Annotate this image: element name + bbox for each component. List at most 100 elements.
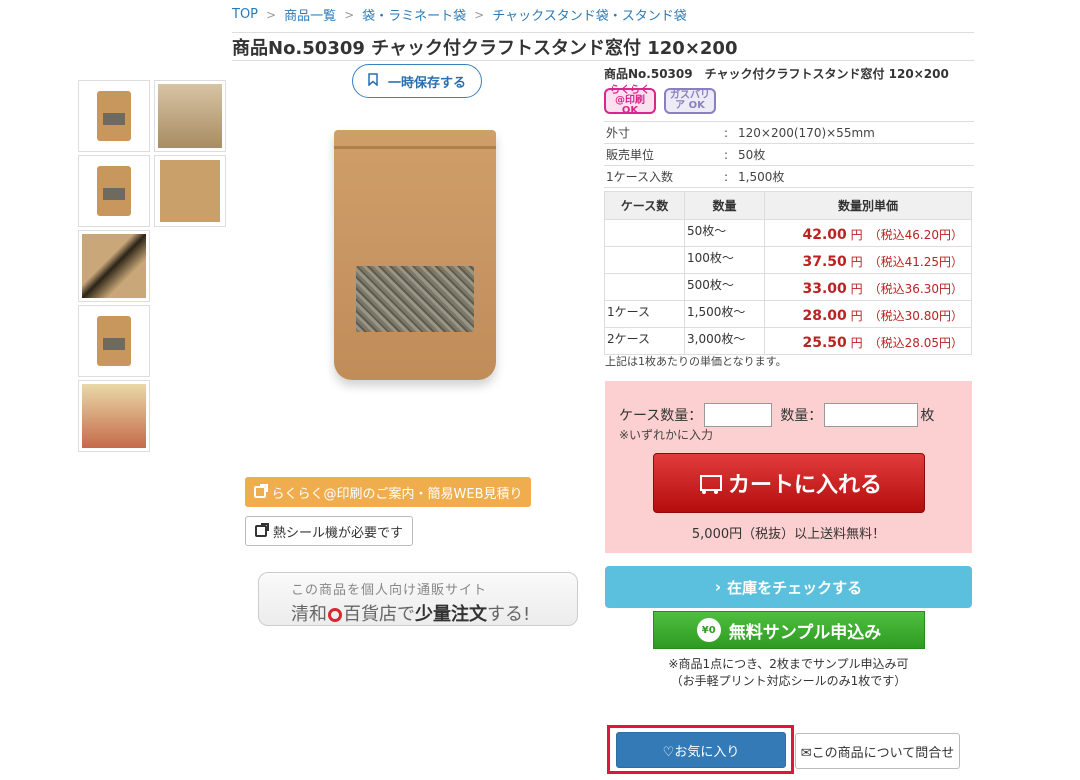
price-case: 1ケース — [604, 300, 685, 328]
order-fields: ケース数量： 数量： 枚 — [619, 403, 934, 427]
thumbnail-6[interactable] — [78, 305, 150, 377]
price-case — [604, 273, 685, 301]
price-table: ケース数 数量 数量別単価 50枚～ 42.00 円 （税込46.20円） 100… — [604, 191, 972, 355]
save-button[interactable]: 一時保存する — [352, 64, 482, 98]
case-qty-input[interactable] — [704, 403, 773, 427]
external-link-icon — [254, 523, 269, 537]
thumbnail-1[interactable] — [78, 80, 150, 152]
price-value: 37.50 — [802, 253, 847, 270]
qty-input[interactable] — [824, 403, 919, 427]
chevron-right-icon: > — [474, 7, 485, 22]
price-cell: 37.50 円 （税込41.25円） — [764, 246, 972, 274]
print-guide-button[interactable]: らくらく@印刷のご案内・簡易WEB見積り — [245, 477, 531, 507]
inquiry-button[interactable]: ✉この商品について問合せ — [795, 733, 960, 769]
promo-banner[interactable]: この商品を個人向け通販サイト 清和 百貨店で少量注文する! — [258, 572, 578, 626]
thumbnail-5[interactable] — [78, 230, 150, 302]
shipping-note: 5,000円（税抜）以上送料無料！ — [691, 527, 886, 542]
heat-seal-button[interactable]: 熱シール機が必要です — [245, 516, 413, 546]
stock-check-button[interactable]: › 在庫をチェックする — [605, 566, 972, 608]
price-qty: 100枚～ — [684, 246, 765, 274]
price-tax: （税込30.80円） — [868, 308, 963, 323]
breadcrumb-top[interactable]: TOP — [232, 7, 258, 22]
spec-colon: : — [722, 143, 736, 166]
free-sample-button[interactable]: ¥0 無料サンプル申込み — [653, 611, 925, 649]
spec-value: 1,500枚 — [736, 165, 974, 188]
spec-row: 販売単位:50枚 — [604, 143, 974, 166]
thumbnail-7[interactable] — [78, 380, 150, 452]
price-value: 33.00 — [802, 280, 847, 297]
price-tax: （税込36.30円） — [868, 281, 963, 296]
price-unit: 円 — [850, 254, 863, 269]
zero-yen-icon: ¥0 — [696, 618, 721, 642]
breadcrumb-stand-bags[interactable]: チャックスタンド袋・スタンド袋 — [492, 5, 686, 24]
qty-label: 数量： — [780, 408, 823, 424]
thumbnail-image — [97, 316, 131, 366]
chevron-right-icon: > — [344, 7, 355, 22]
price-case: 2ケース — [604, 327, 685, 355]
print-ok-badge: らくらく@印刷 OK — [604, 86, 656, 116]
price-unit: 円 — [850, 281, 863, 296]
price-value: 25.50 — [802, 334, 847, 351]
spec-key: 1ケース入数 — [604, 165, 722, 188]
thumbnail-image — [160, 160, 220, 222]
price-qty: 500枚～ — [684, 273, 765, 301]
zipper-line — [334, 146, 496, 149]
promo-line2: 清和 百貨店で少量注文する! — [291, 600, 577, 626]
spec-table: 外寸:120×200(170)×55mm 販売単位:50枚 1ケース入数:1,5… — [604, 121, 974, 188]
price-cell: 33.00 円 （税込36.30円） — [764, 273, 972, 301]
price-row: 100枚～ 37.50 円 （税込41.25円） — [604, 246, 972, 274]
add-to-cart-button[interactable]: カートに入れる — [653, 453, 925, 513]
price-row: 500枚～ 33.00 円 （税込36.30円） — [604, 273, 972, 301]
spec-colon: : — [722, 165, 736, 188]
price-unit: 円 — [850, 335, 863, 350]
chevron-right-icon: › — [714, 578, 722, 596]
price-cell: 42.00 円 （税込46.20円） — [764, 219, 972, 247]
price-tax: （税込28.05円） — [868, 335, 963, 350]
kraft-bag — [334, 130, 496, 380]
promo-brand-b: 百貨店で — [343, 604, 415, 625]
breadcrumb-bags[interactable]: 袋・ラミネート袋 — [362, 5, 466, 24]
spec-value: 50枚 — [736, 143, 974, 166]
price-unit: 円 — [850, 227, 863, 242]
main-product-image — [330, 130, 500, 390]
stock-check-label: 在庫をチェックする — [727, 578, 863, 597]
price-tax: （税込46.20円） — [868, 227, 963, 242]
thumbnail-image — [158, 84, 222, 148]
cart-icon — [696, 472, 722, 494]
price-value: 42.00 — [802, 226, 847, 243]
breadcrumb-products[interactable]: 商品一覧 — [284, 5, 336, 24]
thumbnail-3[interactable] — [78, 155, 150, 227]
thumbnail-image — [82, 234, 146, 298]
favorite-button[interactable]: ♡お気に入り — [616, 732, 786, 768]
spec-key: 販売単位 — [604, 143, 722, 166]
bookmark-icon — [368, 72, 378, 90]
thumbnail-2[interactable] — [154, 80, 226, 152]
title-divider-bottom — [232, 60, 974, 61]
page-title: 商品No.50309 チャック付クラフトスタンド窓付 120×200 — [232, 38, 738, 59]
save-button-label: 一時保存する — [387, 75, 466, 91]
promo-brand-a: 清和 — [291, 604, 327, 625]
spec-value: 120×200(170)×55mm — [736, 121, 974, 144]
external-link-icon — [253, 484, 268, 498]
thumbnail-4[interactable] — [154, 155, 226, 227]
col-case: ケース数 — [604, 191, 685, 220]
sample-note-line: （お手軽プリント対応シールのみ1枚です） — [670, 674, 907, 688]
price-header-row: ケース数 数量 数量別単価 — [604, 191, 972, 220]
logo-dot-icon — [328, 608, 342, 622]
col-qty: 数量 — [684, 191, 765, 220]
spec-colon: : — [722, 121, 736, 144]
order-box: ケース数量： 数量： 枚 ※いずれかに入力 カートに入れる 5,000円（税抜）… — [605, 381, 972, 553]
thumbnail-image — [97, 166, 131, 216]
price-qty: 1,500枚～ — [684, 300, 765, 328]
price-unit: 円 — [850, 308, 863, 323]
price-tax: （税込41.25円） — [868, 254, 963, 269]
print-guide-label: らくらく@印刷のご案内・簡易WEB見積り — [271, 486, 523, 502]
price-qty: 50枚～ — [684, 219, 765, 247]
product-name: 商品No.50309 チャック付クラフトスタンド窓付 120×200 — [604, 67, 949, 81]
promo-end: する! — [487, 604, 531, 625]
sample-note-line: ※商品1点につき、2枚までサンプル申込み可 — [668, 657, 909, 671]
thumbnail-image — [97, 91, 131, 141]
spec-row: 外寸:120×200(170)×55mm — [604, 121, 974, 144]
sample-note: ※商品1点につき、2枚までサンプル申込み可 （お手軽プリント対応シールのみ1枚で… — [605, 656, 972, 690]
gas-barrier-badge: ガスバリア OK — [664, 88, 716, 114]
